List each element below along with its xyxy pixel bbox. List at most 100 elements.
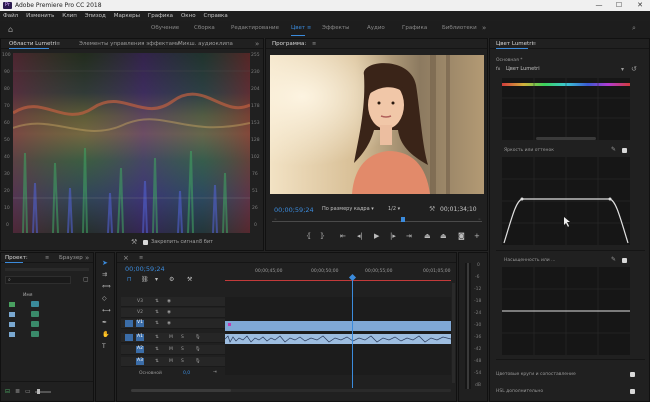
video-clip-v1[interactable] (225, 321, 451, 331)
saturation-curve-area[interactable] (502, 267, 630, 355)
solo-icon[interactable]: S (181, 359, 184, 364)
hsl-secondary-label[interactable]: HSL дополнительно (496, 389, 543, 394)
home-icon[interactable]: ⌂ (8, 25, 13, 34)
tab-lumetri-color[interactable]: Цвет Lumetri (496, 41, 533, 47)
audio-clip-a1[interactable] (225, 334, 451, 344)
mute-icon[interactable]: M (169, 359, 173, 364)
clip-item-icon[interactable] (31, 311, 39, 317)
mark-out-icon[interactable]: ⦄ (320, 232, 325, 240)
workspace-effects[interactable]: Эффекты (322, 25, 350, 31)
clamp-signal-checkbox[interactable] (143, 240, 148, 245)
effect-select[interactable]: Цвет Lumetri (506, 66, 626, 74)
wrench-icon[interactable]: ⚒ (131, 238, 137, 246)
eyedropper-icon[interactable]: ✎ (611, 256, 616, 263)
panel-menu-icon[interactable]: ≡ (532, 41, 536, 47)
timeline-timecode[interactable]: 00;00;59;24 (125, 265, 165, 273)
workspace-assembly[interactable]: Сборка (194, 25, 215, 31)
linked-selection-icon[interactable]: ⛓ (141, 276, 149, 283)
solo-icon[interactable]: S (181, 347, 184, 352)
tab-effect-controls[interactable]: Элементы управления эффектами (79, 41, 180, 47)
hue-curve-area[interactable] (502, 78, 630, 140)
razor-tool-icon[interactable]: ◇ (102, 295, 107, 302)
type-tool-icon[interactable]: T (102, 343, 106, 350)
menu-graphics[interactable]: Графика (145, 11, 176, 19)
chevron-down-icon[interactable]: ▾ (621, 66, 624, 73)
toggle-output-icon[interactable]: ◉ (167, 299, 171, 304)
name-column-header[interactable]: Имя (23, 293, 32, 298)
project-search-input[interactable]: ⌕ (5, 276, 71, 284)
source-patch-a1[interactable] (125, 334, 133, 341)
zoom-handle-right[interactable]: ◦ (478, 217, 481, 223)
tab-program[interactable]: Программа: (272, 41, 306, 47)
panel-menu-icon[interactable]: ≡ (56, 41, 60, 47)
toggle-sync-lock-icon[interactable]: ⇅ (155, 321, 159, 326)
resolution-select[interactable]: 1/2 ▾ (388, 206, 418, 214)
play-icon[interactable]: ▶ (374, 232, 379, 240)
master-volume-value[interactable]: 0,0 (183, 371, 190, 376)
toggle-sync-lock-icon[interactable]: ⇅ (155, 299, 159, 304)
step-forward-icon[interactable]: |▸ (390, 232, 396, 240)
add-marker-icon[interactable]: ▾ (155, 276, 158, 283)
toggle-sync-lock-icon[interactable]: ⇅ (155, 335, 159, 340)
lift-icon[interactable]: ⏏ (424, 232, 431, 240)
panel-menu-icon[interactable]: ≡ (139, 255, 143, 261)
new-bin-icon[interactable]: ▢ (83, 276, 89, 283)
basic-correction-label[interactable]: Основная * (496, 58, 522, 63)
go-to-end-icon[interactable]: ⇥ (213, 370, 217, 375)
microphone-icon[interactable]: 🎙 (195, 335, 201, 340)
source-patch-v1[interactable] (125, 320, 133, 327)
minimize-button[interactable]: — (589, 0, 609, 11)
clip-item-icon[interactable] (31, 331, 39, 337)
icon-view-icon[interactable]: ▭ (25, 388, 31, 395)
track-target-v1[interactable]: V1 (136, 320, 144, 327)
panel-menu-icon[interactable]: ≡ (312, 41, 316, 47)
workspace-graphics[interactable]: Графика (402, 25, 427, 31)
workspace-libraries[interactable]: Библиотеки (442, 25, 477, 31)
close-button[interactable]: ✕ (630, 0, 650, 11)
program-timecode[interactable]: 00;00;59;24 (274, 206, 314, 214)
more-tabs-icon[interactable]: » (85, 254, 89, 262)
menu-help[interactable]: Справка (201, 11, 231, 19)
work-area-bar[interactable] (225, 280, 451, 281)
tab-project[interactable]: Проект: (5, 255, 28, 261)
menu-file[interactable]: Файл (0, 11, 21, 19)
go-to-out-icon[interactable]: ⇥ (406, 232, 412, 240)
timeline-playhead-line[interactable] (352, 280, 353, 388)
clip-item-icon[interactable] (31, 321, 39, 327)
lock-icon[interactable]: ⊟ (5, 388, 10, 395)
toggle-sync-lock-icon[interactable]: ⇅ (155, 310, 159, 315)
step-back-icon[interactable]: ◂| (357, 232, 363, 240)
pen-tool-icon[interactable]: ✒ (102, 319, 107, 326)
zoom-handle-left[interactable]: ◦ (274, 217, 277, 223)
export-frame-icon[interactable]: ◙ (458, 232, 465, 240)
program-playhead[interactable] (401, 217, 405, 222)
mark-in-icon[interactable]: ⦃ (306, 232, 311, 240)
ripple-edit-tool-icon[interactable]: ⟺ (102, 283, 111, 290)
toggle-output-icon[interactable]: ◉ (167, 310, 171, 315)
toggle-output-icon[interactable]: ◉ (167, 321, 171, 326)
zoom-slider-thumb[interactable] (37, 389, 40, 394)
sequence-item-icon[interactable] (31, 301, 39, 307)
time-ruler[interactable]: 00;00;45;00 00;00;50;00 00;00;55;00 00;0… (225, 267, 451, 285)
more-workspaces-icon[interactable]: » (482, 24, 486, 32)
wrench-icon[interactable]: ⚒ (187, 276, 192, 283)
track-target-a2[interactable]: A2 (136, 346, 144, 353)
extract-icon[interactable]: ⏏ (440, 232, 447, 240)
enable-sat-curve-checkbox[interactable] (622, 258, 627, 263)
bit-depth-select[interactable]: 8 бит (199, 239, 213, 245)
microphone-icon[interactable]: 🎙 (195, 347, 201, 352)
workspace-editing[interactable]: Редактирование (231, 25, 279, 31)
horizontal-scrollbar[interactable] (227, 389, 451, 392)
solo-icon[interactable]: S (181, 335, 184, 340)
tab-media-browser[interactable]: Браузер (59, 255, 83, 261)
search-icon[interactable]: ⌕ (632, 24, 636, 33)
menu-markers[interactable]: Маркеры (111, 11, 143, 19)
panel-menu-icon[interactable]: ≡ (45, 255, 49, 261)
workspace-audio[interactable]: Аудио (367, 25, 385, 31)
eyedropper-icon[interactable]: ✎ (611, 146, 616, 153)
settings-icon[interactable]: ⚙ (169, 276, 174, 283)
selection-tool-icon[interactable]: ➤ (102, 259, 108, 267)
program-scrub-bar[interactable] (272, 221, 482, 222)
luma-curve-area[interactable] (502, 157, 630, 245)
timeline-tracks-area[interactable] (225, 297, 451, 375)
